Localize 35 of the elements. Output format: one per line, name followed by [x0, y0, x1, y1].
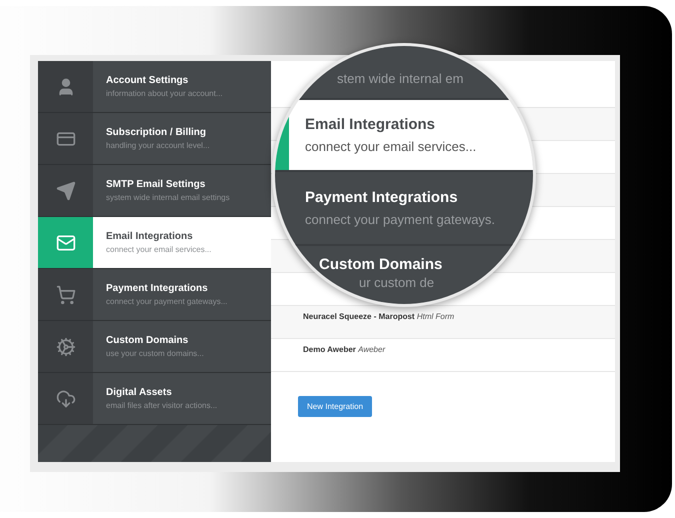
item-subtitle: use your custom domains... — [106, 349, 204, 358]
magnified-title: Custom Domains — [319, 256, 442, 273]
magnified-subtitle: ur custom de — [358, 275, 436, 290]
magnified-subtitle: connect your payment gateways. — [305, 212, 496, 227]
item-subtitle: system wide internal email settings — [106, 193, 230, 202]
sidebar-item[interactable]: Digital Assets email files after visitor actions... — [38, 373, 271, 425]
sidebar-item[interactable]: Subscription / Billing handling your account level... — [38, 113, 271, 165]
item-title: Custom Domains — [106, 335, 190, 346]
cloud-download-icon — [56, 388, 76, 408]
magnified-subtitle: stem wide internal em — [337, 71, 464, 86]
sidebar-item[interactable]: Custom Domains use your custom domains... — [38, 321, 271, 373]
magnified-subtitle: connect your email services... — [305, 139, 476, 154]
item-title: Digital Assets — [106, 387, 173, 398]
item-subtitle: information about your account... — [106, 89, 223, 98]
item-title: SMTP Email Settings — [106, 179, 206, 190]
integration-entry: Demo Aweber Aweber — [303, 345, 386, 354]
magnified-title: Email Integrations — [305, 116, 436, 133]
item-subtitle: email files after visitor actions... — [106, 401, 218, 410]
item-subtitle: handling your account level... — [106, 141, 210, 150]
item-title: Payment Integrations — [106, 283, 209, 294]
magnified-title: Payment Integrations — [305, 189, 459, 206]
new-integration-button[interactable]: New Integration — [298, 396, 372, 417]
sidebar-item[interactable]: Payment Integrations connect your payment gateways... — [38, 269, 271, 321]
sidebar-item[interactable]: Account Settings information about your account... — [38, 61, 271, 113]
item-title: Subscription / Billing — [106, 127, 207, 138]
envelope-icon — [56, 232, 76, 252]
item-subtitle: connect your email services... — [106, 245, 212, 254]
item-title: Email Integrations — [106, 231, 194, 242]
item-title: Account Settings — [106, 75, 190, 86]
integration-entry: Neuracel Squeeze - Maropost Html Form — [303, 312, 454, 321]
sidebar-item[interactable]: Email Integrations connect your email services... — [38, 217, 271, 269]
item-subtitle: connect your payment gateways... — [106, 297, 228, 306]
sidebar-item[interactable]: SMTP Email Settings system wide internal email settings — [38, 165, 271, 217]
cart-icon — [56, 284, 76, 304]
paper-plane-icon — [56, 180, 76, 200]
